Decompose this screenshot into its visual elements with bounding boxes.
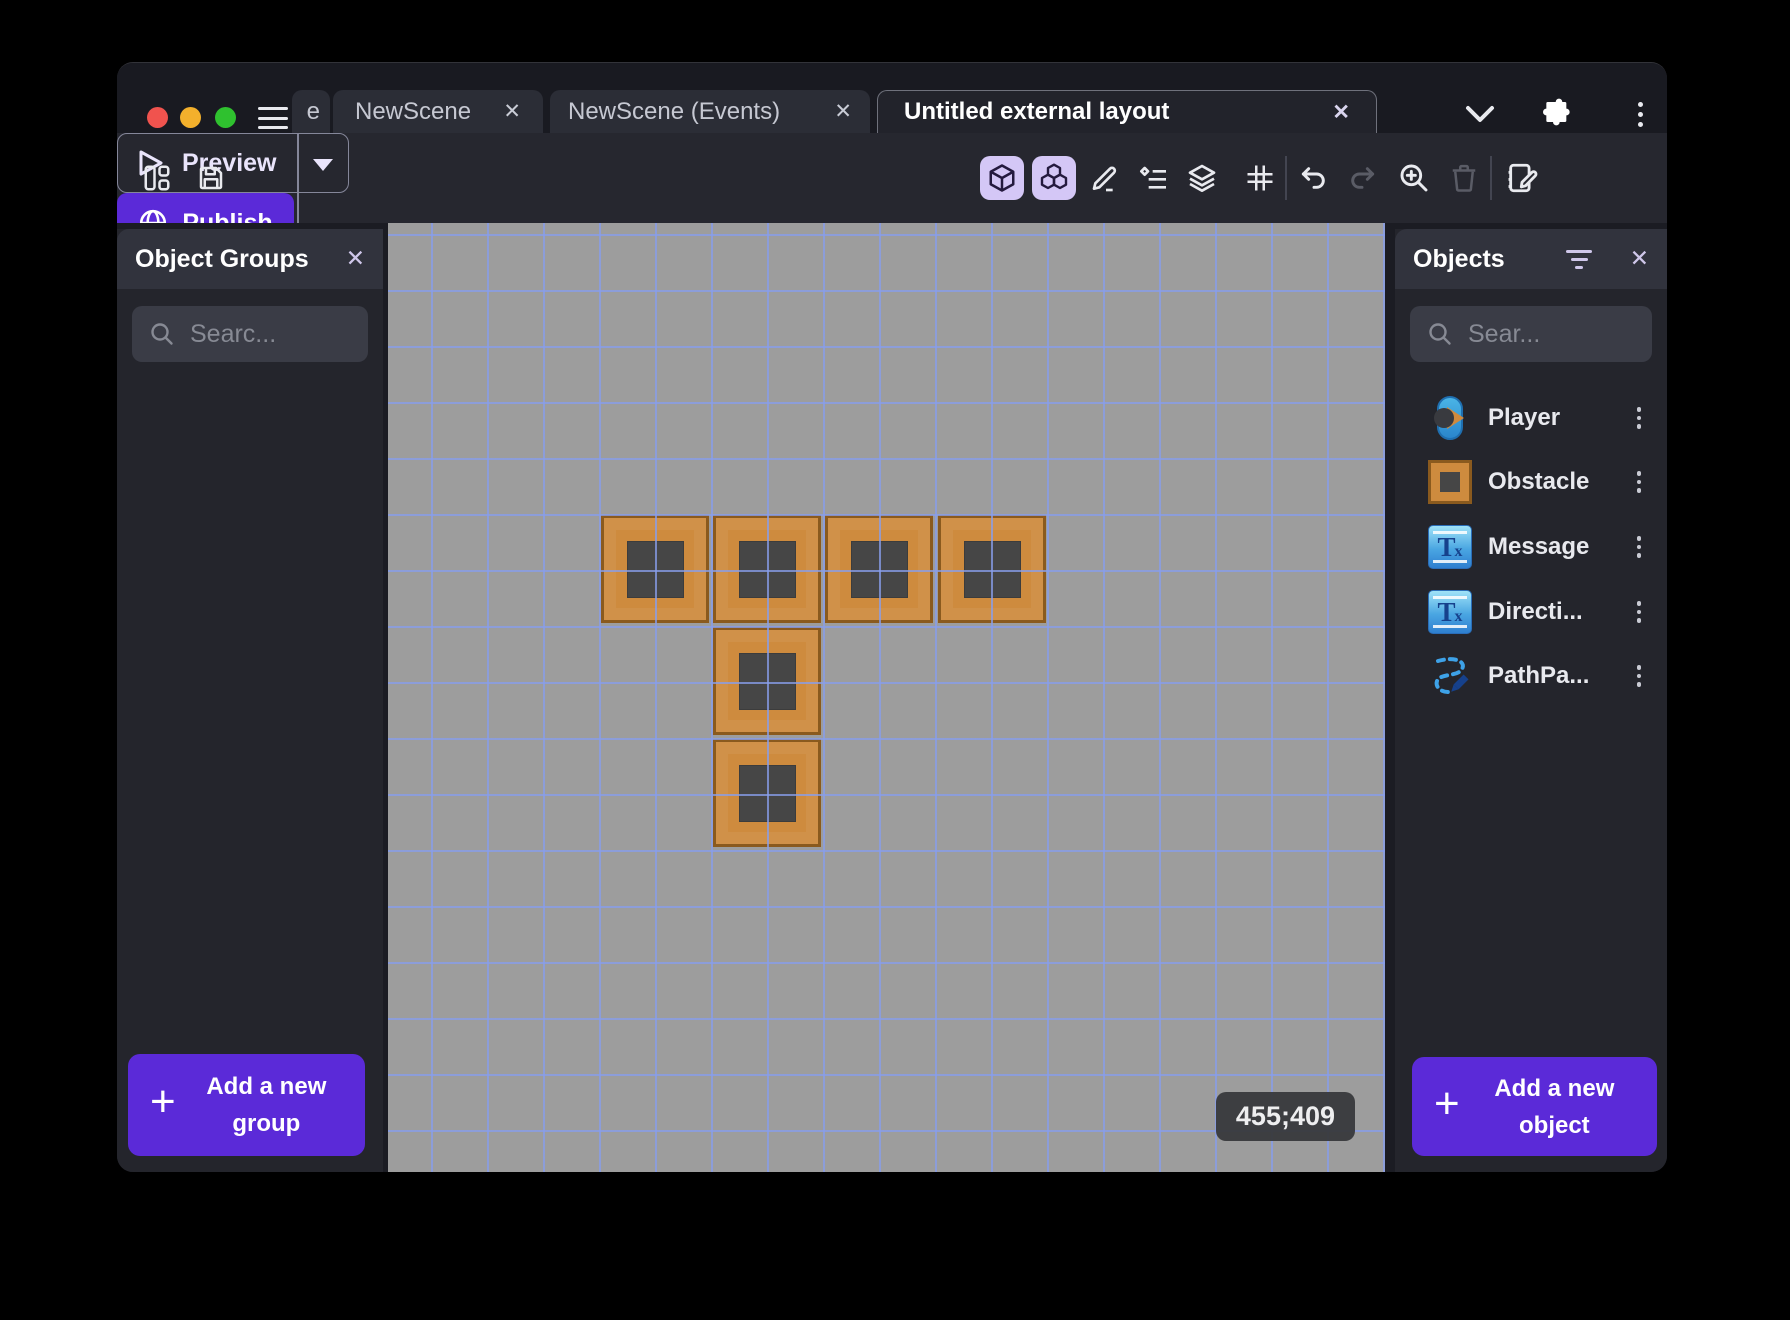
- object-row-directions[interactable]: Tx Directi...: [1395, 583, 1667, 641]
- toolbar: Preview Publish: [117, 133, 1667, 253]
- grid-overlay: [388, 223, 1385, 1172]
- object-name: Message: [1488, 533, 1590, 560]
- object-name: Obstacle: [1488, 468, 1590, 495]
- redo-icon[interactable]: [1344, 156, 1380, 200]
- object-groups-header: Object Groups: [117, 229, 383, 289]
- obstacle-tile-instance[interactable]: [713, 515, 821, 623]
- text-object-icon: Tx: [1428, 525, 1472, 569]
- extensions-puzzle-icon[interactable]: [1537, 94, 1577, 134]
- search-icon: [151, 323, 173, 345]
- objects-panel: Objects ✕ Player Obstacle: [1395, 229, 1667, 1172]
- zoom-in-icon[interactable]: [1396, 156, 1432, 200]
- text-object-icon: Tx: [1428, 590, 1472, 634]
- tab-label: NewScene: [355, 97, 472, 125]
- scene-canvas[interactable]: 455;409: [388, 223, 1385, 1172]
- obstacle-tile-instance[interactable]: [601, 515, 709, 623]
- tab-untitled-external-layout[interactable]: Untitled external layout ✕: [877, 90, 1377, 133]
- main-menu-icon[interactable]: [258, 107, 288, 129]
- trash-icon[interactable]: [1446, 156, 1482, 200]
- traffic-zoom-button[interactable]: [215, 107, 236, 128]
- object-groups-title: Object Groups: [135, 244, 309, 273]
- save-icon[interactable]: [193, 156, 229, 200]
- path-paint-icon: [1428, 654, 1472, 698]
- object-kebab-icon[interactable]: [1633, 661, 1646, 691]
- instances-view-toggle[interactable]: [1032, 156, 1076, 200]
- 3d-view-toggle[interactable]: [980, 156, 1024, 200]
- tab-newscene[interactable]: NewScene ✕: [333, 90, 543, 133]
- add-object-label-line1: Add a new: [1494, 1074, 1615, 1102]
- add-group-button[interactable]: + Add a new group: [128, 1054, 365, 1156]
- objects-search-input[interactable]: [1468, 319, 1618, 349]
- grid-icon[interactable]: [1242, 156, 1278, 200]
- edit-pencil-icon[interactable]: [1088, 156, 1124, 200]
- object-groups-panel: Object Groups ✕ + Add a new group: [117, 229, 383, 1172]
- undo-icon[interactable]: [1296, 156, 1332, 200]
- content-area: Object Groups ✕ + Add a new group 455;40…: [117, 223, 1667, 1172]
- object-row-obstacle[interactable]: Obstacle: [1395, 453, 1667, 511]
- tab-clipped-label: e: [306, 97, 320, 125]
- object-row-player[interactable]: Player: [1395, 389, 1667, 447]
- objects-searchbox: [1410, 306, 1652, 362]
- object-kebab-icon[interactable]: [1633, 532, 1646, 562]
- object-name: PathPa...: [1488, 662, 1590, 689]
- instances-list-icon[interactable]: [1136, 156, 1172, 200]
- tab-bar: e NewScene ✕ NewScene (Events) ✕ Untitle…: [117, 63, 1667, 133]
- object-groups-search-input[interactable]: [190, 319, 340, 349]
- tab-newscene-events[interactable]: NewScene (Events) ✕: [550, 90, 870, 133]
- obstacle-icon: [1428, 460, 1472, 504]
- tab-label: Untitled external layout: [904, 98, 1170, 125]
- plus-icon: +: [150, 1077, 176, 1126]
- cubes-icon: [1040, 163, 1068, 190]
- objects-header: Objects: [1395, 229, 1667, 289]
- player-icon: [1428, 396, 1472, 440]
- object-groups-close-icon[interactable]: ✕: [346, 245, 365, 272]
- tab-close-icon[interactable]: ✕: [834, 101, 852, 122]
- obstacle-tile-instance[interactable]: [825, 515, 933, 623]
- objects-filter-icon[interactable]: [1565, 246, 1593, 272]
- preview-dropdown-caret-icon[interactable]: [313, 159, 333, 171]
- obstacle-tile-instance[interactable]: [938, 515, 1046, 623]
- cursor-coordinates-badge: 455;409: [1215, 1092, 1355, 1141]
- tab-close-icon[interactable]: ✕: [1332, 102, 1350, 123]
- cube-icon: [989, 164, 1015, 192]
- object-kebab-icon[interactable]: [1633, 403, 1646, 433]
- tab-clipped[interactable]: e: [292, 90, 330, 133]
- object-row-pathpaint[interactable]: PathPa...: [1395, 647, 1667, 705]
- plus-icon: +: [1434, 1078, 1460, 1128]
- object-row-message[interactable]: Tx Message: [1395, 518, 1667, 576]
- tabs-overflow-chevron-down-icon[interactable]: [1460, 94, 1500, 134]
- app-window: e NewScene ✕ NewScene (Events) ✕ Untitle…: [117, 62, 1667, 1172]
- add-group-label-line1: Add a new: [206, 1073, 327, 1100]
- search-icon: [1429, 323, 1451, 345]
- tab-label: NewScene (Events): [568, 97, 781, 125]
- object-kebab-icon[interactable]: [1633, 597, 1646, 627]
- traffic-minimize-button[interactable]: [180, 107, 201, 128]
- add-group-label-line2: group: [232, 1110, 301, 1137]
- objects-title: Objects: [1413, 244, 1505, 273]
- add-object-label-line2: object: [1519, 1111, 1590, 1139]
- layers-icon[interactable]: [1184, 156, 1220, 200]
- objects-close-icon[interactable]: ✕: [1630, 245, 1649, 272]
- scene-properties-icon[interactable]: [1504, 156, 1540, 200]
- traffic-close-button[interactable]: [147, 107, 168, 128]
- obstacle-tile-instance[interactable]: [713, 627, 821, 735]
- object-kebab-icon[interactable]: [1633, 467, 1646, 497]
- object-groups-searchbox: [132, 306, 368, 362]
- object-name: Directi...: [1488, 598, 1583, 625]
- object-name: Player: [1488, 404, 1561, 431]
- window-menu-kebab-icon[interactable]: [1620, 94, 1660, 134]
- tab-close-icon[interactable]: ✕: [503, 101, 521, 122]
- project-manager-icon[interactable]: [139, 156, 175, 200]
- add-object-button[interactable]: + Add a new object: [1412, 1057, 1657, 1156]
- obstacle-tile-instance[interactable]: [713, 739, 821, 847]
